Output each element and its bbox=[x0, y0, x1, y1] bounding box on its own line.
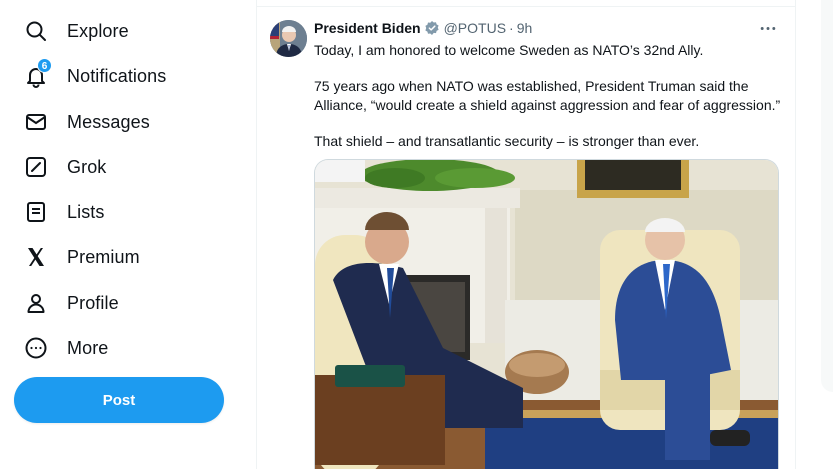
author-name[interactable]: President Biden bbox=[314, 20, 421, 36]
sidebar-item-lists[interactable]: Lists bbox=[14, 192, 105, 232]
tweet-header: President Biden @POTUS · 9h bbox=[314, 20, 532, 36]
envelope-icon bbox=[23, 109, 49, 135]
tweet-photo[interactable] bbox=[314, 159, 779, 469]
tweet-paragraph: Today, I am honored to welcome Sweden as… bbox=[314, 42, 704, 58]
search-icon bbox=[23, 18, 49, 44]
sidebar-item-profile[interactable]: Profile bbox=[14, 283, 119, 323]
sidebar-item-explore[interactable]: Explore bbox=[14, 11, 129, 51]
sidebar-item-more[interactable]: More bbox=[14, 328, 108, 368]
sidebar-item-label: Messages bbox=[67, 111, 150, 132]
post-button[interactable]: Post bbox=[14, 377, 224, 423]
tweet-text: Today, I am honored to welcome Sweden as… bbox=[314, 41, 784, 151]
timeline: President Biden @POTUS · 9h Today, I am … bbox=[256, 0, 796, 469]
notification-badge: 6 bbox=[37, 58, 52, 73]
sidebar-item-premium[interactable]: Premium bbox=[14, 237, 140, 277]
sidebar-item-label: Explore bbox=[67, 20, 129, 41]
x-logo-icon bbox=[23, 244, 49, 270]
tweet-paragraph: That shield – and transatlantic security… bbox=[314, 133, 700, 149]
tweet[interactable]: President Biden @POTUS · 9h Today, I am … bbox=[257, 7, 795, 469]
person-icon bbox=[23, 290, 49, 316]
avatar[interactable] bbox=[270, 20, 307, 57]
right-panel-edge bbox=[821, 0, 833, 392]
tweet-paragraph: 75 years ago when NATO was established, … bbox=[314, 78, 781, 113]
verified-badge-icon bbox=[424, 20, 440, 36]
sidebar-item-label: Lists bbox=[67, 201, 105, 222]
bell-icon: 6 bbox=[23, 58, 52, 89]
list-icon bbox=[23, 199, 49, 225]
separator-dot: · bbox=[509, 20, 514, 36]
author-handle[interactable]: @POTUS bbox=[444, 20, 506, 36]
more-options-icon[interactable] bbox=[757, 19, 779, 37]
sidebar-item-label: Grok bbox=[67, 156, 107, 177]
more-circle-icon bbox=[23, 335, 49, 361]
grok-icon bbox=[23, 154, 49, 180]
sidebar-item-label: Profile bbox=[67, 292, 119, 313]
photo-icon bbox=[315, 160, 778, 469]
sidebar-nav: Explore 6 Notifications Messages Grok Li… bbox=[0, 0, 256, 469]
sidebar-item-grok[interactable]: Grok bbox=[14, 147, 106, 187]
sidebar-item-notifications[interactable]: 6 Notifications bbox=[14, 56, 166, 96]
sidebar-item-messages[interactable]: Messages bbox=[14, 102, 150, 142]
tweet-timestamp[interactable]: 9h bbox=[517, 20, 533, 36]
sidebar-item-label: Notifications bbox=[67, 65, 167, 86]
sidebar-item-label: More bbox=[67, 337, 109, 358]
sidebar-item-label: Premium bbox=[67, 246, 140, 267]
